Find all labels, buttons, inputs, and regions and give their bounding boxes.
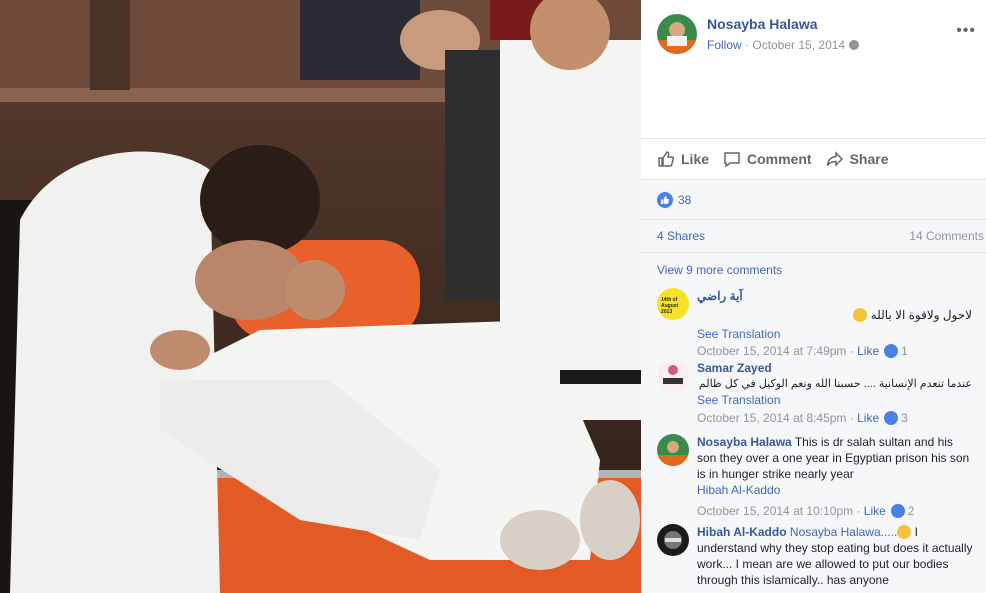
like-reaction-icon: [884, 411, 899, 425]
author-name[interactable]: Nosayba Halawa: [707, 16, 818, 32]
post-meta: Follow · October 15, 2014: [707, 38, 860, 52]
comment-label: Comment: [747, 151, 812, 167]
post-sidebar: Nosayba Halawa Follow · October 15, 2014…: [641, 0, 986, 593]
like-button[interactable]: Like: [657, 150, 709, 168]
commenter-name[interactable]: Hibah Al-Kaddo: [697, 525, 787, 539]
post-caption-area: [641, 72, 986, 138]
commenter-avatar[interactable]: [657, 360, 689, 392]
meta-separator: ·: [741, 38, 753, 52]
commenter-name[interactable]: آية راضي: [697, 289, 743, 303]
crying-emoji-icon: [897, 525, 912, 539]
meta-separator: ·: [853, 504, 864, 518]
comment-like-count[interactable]: 2: [908, 504, 915, 518]
comment-mention[interactable]: Nosayba Halawa.....: [790, 525, 897, 539]
comment-like-button[interactable]: Like: [857, 411, 879, 425]
see-translation-link[interactable]: See Translation: [697, 326, 974, 342]
more-icon[interactable]: •••: [956, 22, 976, 40]
comment-text: Hibah Al-Kaddo Nosayba Halawa..... I und…: [697, 524, 974, 588]
comment-item: Nosayba Halawa This is dr salah sultan a…: [641, 434, 986, 524]
comment-mention[interactable]: Hibah Al-Kaddo: [697, 482, 974, 498]
comments-count[interactable]: 14 Comments: [909, 229, 984, 243]
comment-meta: October 15, 2014 at 7:49pm · Like 1: [697, 343, 974, 359]
globe-icon: [849, 40, 860, 50]
commenter-avatar[interactable]: [657, 434, 689, 466]
share-button[interactable]: Share: [826, 150, 889, 168]
action-bar: Like Comment Share: [641, 138, 986, 180]
comment-meta: October 15, 2014 at 10:10pm · Like 2: [697, 503, 974, 519]
like-label: Like: [681, 151, 710, 167]
comment-like-count[interactable]: 1: [901, 344, 908, 358]
comment-header: Samar Zayed: [697, 360, 974, 376]
share-icon: [826, 151, 843, 167]
commenter-name[interactable]: Samar Zayed: [697, 361, 772, 375]
reaction-count: 38: [678, 192, 692, 207]
comment-date[interactable]: October 15, 2014 at 10:10pm: [697, 504, 853, 518]
author-avatar[interactable]: [657, 14, 697, 54]
reactions-summary[interactable]: 38: [641, 180, 986, 220]
comment-date[interactable]: October 15, 2014 at 8:45pm: [697, 411, 846, 425]
comment-button[interactable]: Comment: [723, 150, 812, 168]
comment-text: Nosayba Halawa This is dr salah sultan a…: [697, 434, 974, 482]
post-header: Nosayba Halawa Follow · October 15, 2014…: [641, 0, 986, 72]
commenter-name[interactable]: Nosayba Halawa: [697, 435, 792, 449]
post-date[interactable]: October 15, 2014: [752, 38, 845, 52]
view-more-comments[interactable]: View 9 more comments: [641, 253, 986, 286]
comment-like-button[interactable]: Like: [857, 344, 879, 358]
comment-like-button[interactable]: Like: [864, 504, 886, 518]
facebook-photo-viewer: Nosayba Halawa Follow · October 15, 2014…: [0, 0, 986, 593]
shares-link[interactable]: 4 Shares: [657, 229, 705, 243]
like-reaction-icon: [890, 504, 905, 518]
meta-separator: ·: [846, 344, 858, 358]
comment-date[interactable]: October 15, 2014 at 7:49pm: [697, 344, 846, 358]
commenter-avatar[interactable]: 14th of August 2013: [657, 288, 689, 320]
feedback-area: 38 4 Shares 14 Comments View 9 more comm…: [641, 180, 986, 593]
comment-item: 14th of August 2013 آية راضي لاحول ولاقو…: [641, 288, 986, 360]
comment-like-count[interactable]: 3: [901, 411, 908, 425]
comment-text: لاحول ولاقوة الا بالله: [697, 307, 974, 323]
commenter-avatar[interactable]: [657, 524, 689, 556]
post-photo[interactable]: [0, 0, 641, 593]
share-comment-counts: 4 Shares 14 Comments: [641, 220, 986, 253]
comment-text-body: لاحول ولاقوة الا بالله: [870, 308, 972, 322]
comment-text: عندما تنعدم الإنسانية .... حسبنا الله ون…: [698, 378, 972, 390]
comment-header: آية راضي: [697, 288, 974, 304]
comment-item: Hibah Al-Kaddo Nosayba Halawa..... I und…: [641, 524, 986, 588]
avatar-text: 14th of August 2013: [661, 297, 679, 315]
see-translation-link[interactable]: See Translation: [697, 392, 974, 408]
meta-separator: ·: [846, 411, 858, 425]
photo-image: [0, 0, 641, 593]
share-label: Share: [849, 151, 889, 167]
like-reaction-icon: [884, 344, 899, 358]
follow-link[interactable]: Follow: [707, 38, 742, 52]
comment-meta: October 15, 2014 at 8:45pm · Like 3: [697, 410, 974, 426]
like-icon: [658, 151, 675, 167]
comment-icon: [724, 152, 740, 168]
crying-emoji-icon: [853, 308, 868, 322]
like-reaction-icon: [657, 191, 673, 208]
comment-item: Samar Zayed عندما تنعدم الإنسانية .... ح…: [641, 360, 986, 434]
